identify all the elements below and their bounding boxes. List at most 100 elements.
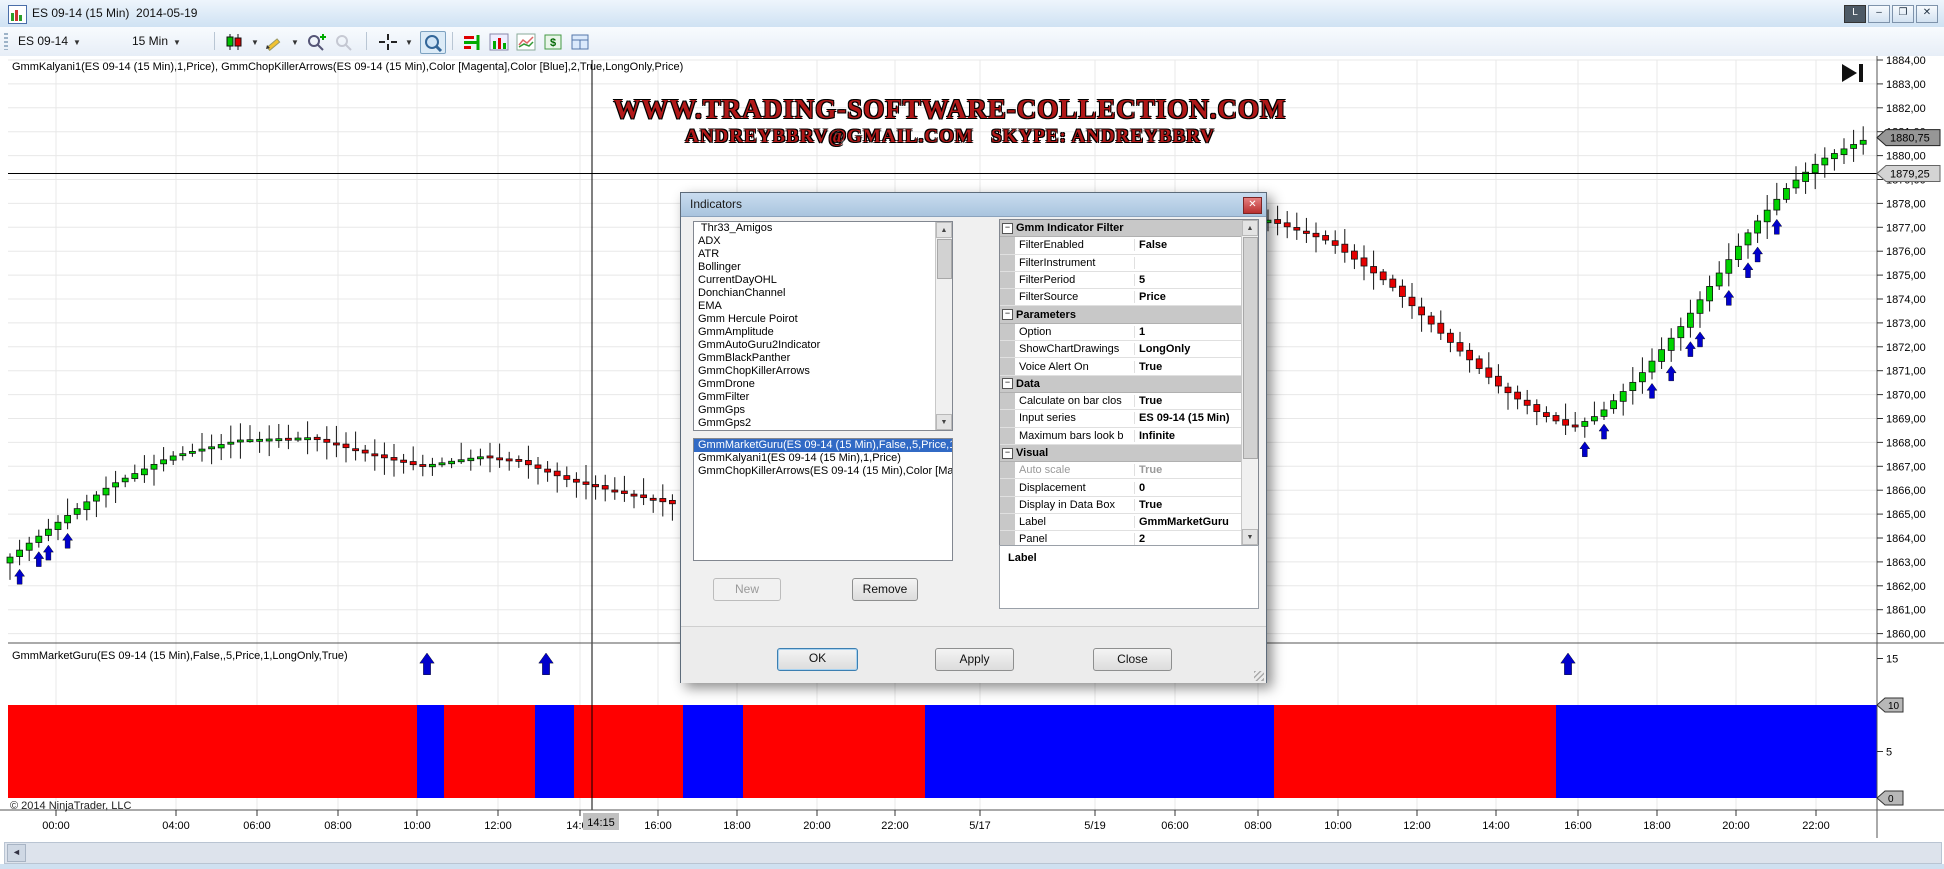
go-to-last-bar-icon[interactable] bbox=[1859, 64, 1863, 82]
panel2-axis-label: 15 bbox=[1886, 654, 1898, 666]
property-value[interactable]: 1 bbox=[1135, 326, 1243, 338]
property-value[interactable]: Price bbox=[1135, 291, 1243, 303]
available-indicators-list[interactable]: Thr33_AmigosADXATRBollingerCurrentDayOHL… bbox=[693, 221, 953, 431]
candle-down bbox=[1486, 368, 1492, 377]
properties-grid[interactable]: −Gmm Indicator FilterFilterEnabledFalseF… bbox=[999, 219, 1259, 546]
selected-indicator-item[interactable]: GmmMarketGuru(ES 09-14 (15 Min),False,,5… bbox=[694, 439, 952, 452]
close-dialog-button[interactable]: Close bbox=[1093, 648, 1172, 671]
property-row[interactable]: Option1 bbox=[1000, 324, 1243, 341]
grid-gutter bbox=[1000, 514, 1015, 530]
property-value[interactable]: 0 bbox=[1135, 482, 1243, 494]
property-row[interactable]: Calculate on bar closTrue bbox=[1000, 393, 1243, 410]
indicator-list-item[interactable]: EMA bbox=[694, 300, 952, 313]
remove-button[interactable]: Remove bbox=[852, 578, 918, 601]
indicator-list-item[interactable]: Bollinger bbox=[694, 261, 952, 274]
property-row[interactable]: Panel2 bbox=[1000, 531, 1243, 545]
property-row[interactable]: FilterEnabledFalse bbox=[1000, 237, 1243, 254]
collapse-icon[interactable]: − bbox=[1002, 448, 1013, 459]
property-value[interactable]: Infinite bbox=[1135, 430, 1243, 442]
property-row[interactable]: Display in Data BoxTrue bbox=[1000, 497, 1243, 514]
property-row[interactable]: ShowChartDrawingsLongOnly bbox=[1000, 341, 1243, 358]
selected-indicators-list[interactable]: GmmMarketGuru(ES 09-14 (15 Min),False,,5… bbox=[693, 438, 953, 561]
property-value[interactable]: True bbox=[1135, 395, 1243, 407]
indicator-list-item[interactable]: GmmAutoGuru2Indicator bbox=[694, 339, 952, 352]
scroll-thumb[interactable] bbox=[937, 239, 952, 279]
price-axis-label: 1877,00 bbox=[1886, 222, 1926, 234]
property-value[interactable]: True bbox=[1135, 499, 1243, 511]
property-value[interactable]: False bbox=[1135, 239, 1243, 251]
indicator-list-item[interactable]: Gmm Hercule Poirot bbox=[694, 313, 952, 326]
indicator-list-item[interactable]: GmmAmplitude bbox=[694, 326, 952, 339]
grid-gutter bbox=[1000, 289, 1015, 305]
property-value[interactable]: ES 09-14 (15 Min) bbox=[1135, 412, 1243, 424]
property-row[interactable]: LabelGmmMarketGuru bbox=[1000, 514, 1243, 531]
scroll-up-icon[interactable]: ▲ bbox=[936, 222, 952, 238]
scroll-down-icon[interactable]: ▼ bbox=[1242, 529, 1258, 545]
property-row[interactable]: Voice Alert OnTrue bbox=[1000, 358, 1243, 375]
indicator-list-item[interactable]: CurrentDayOHL bbox=[694, 274, 952, 287]
property-section-header[interactable]: −Visual bbox=[1000, 445, 1243, 462]
resize-grip[interactable] bbox=[1254, 671, 1264, 681]
selected-indicator-item[interactable]: GmmKalyani1(ES 09-14 (15 Min),1,Price) bbox=[694, 452, 952, 465]
indicator-list-item[interactable]: GmmChopKillerArrows bbox=[694, 365, 952, 378]
candle-down bbox=[497, 458, 503, 460]
horizontal-scrollbar[interactable]: ◄ bbox=[4, 842, 1942, 864]
candle-down bbox=[353, 449, 359, 451]
ok-button[interactable]: OK bbox=[777, 648, 858, 671]
apply-button[interactable]: Apply bbox=[935, 648, 1014, 671]
candle-down bbox=[1390, 279, 1396, 287]
indicator-list-item[interactable]: ADX bbox=[694, 235, 952, 248]
indicator-list-item[interactable]: GmmGps bbox=[694, 404, 952, 417]
property-section-header[interactable]: −Gmm Indicator Filter bbox=[1000, 220, 1243, 237]
indicator-list-item[interactable]: Thr33_Amigos bbox=[694, 222, 952, 235]
indicator-list-item[interactable]: GmmDrone bbox=[694, 378, 952, 391]
property-row[interactable]: FilterInstrument bbox=[1000, 255, 1243, 272]
grid-scrollbar[interactable]: ▲ ▼ bbox=[1241, 220, 1258, 545]
property-value[interactable]: 5 bbox=[1135, 274, 1243, 286]
property-section-header[interactable]: −Data bbox=[1000, 376, 1243, 393]
candle-up bbox=[247, 440, 253, 442]
price-axis-label: 1865,00 bbox=[1886, 509, 1926, 521]
collapse-icon[interactable]: − bbox=[1002, 223, 1013, 234]
indicator-list-item[interactable]: GmmBlackPanther bbox=[694, 352, 952, 365]
property-label: Display in Data Box bbox=[1015, 499, 1135, 511]
indicator-list-item[interactable]: DonchianChannel bbox=[694, 287, 952, 300]
collapse-icon[interactable]: − bbox=[1002, 309, 1013, 320]
scroll-up-icon[interactable]: ▲ bbox=[1242, 220, 1258, 236]
candle-down bbox=[1351, 251, 1357, 259]
property-value[interactable]: GmmMarketGuru bbox=[1135, 516, 1243, 528]
scroll-down-icon[interactable]: ▼ bbox=[936, 414, 952, 430]
price-axis-label: 1882,00 bbox=[1886, 103, 1926, 115]
indicator-list-item[interactable]: GmmGps2 bbox=[694, 417, 952, 430]
scroll-left-arrow-icon[interactable]: ◄ bbox=[7, 844, 26, 862]
property-section-header[interactable]: −Parameters bbox=[1000, 306, 1243, 323]
property-value[interactable]: LongOnly bbox=[1135, 343, 1243, 355]
indicator-list-item[interactable]: ATR bbox=[694, 248, 952, 261]
market-guru-up-arrow-icon bbox=[420, 653, 435, 675]
candle-up bbox=[276, 439, 282, 441]
property-row[interactable]: FilterSourcePrice bbox=[1000, 289, 1243, 306]
indicator-list-item[interactable]: GmmFilter bbox=[694, 391, 952, 404]
property-value[interactable]: 2 bbox=[1135, 533, 1243, 545]
property-value[interactable]: True bbox=[1135, 361, 1243, 373]
property-row[interactable]: Auto scaleTrue bbox=[1000, 462, 1243, 479]
candle-down bbox=[612, 490, 618, 492]
dialog-close-icon[interactable]: ✕ bbox=[1243, 197, 1262, 214]
candle-down bbox=[410, 462, 416, 465]
go-to-last-bar-icon[interactable] bbox=[1842, 64, 1857, 82]
property-row[interactable]: FilterPeriod5 bbox=[1000, 272, 1243, 289]
collapse-icon[interactable]: − bbox=[1002, 378, 1013, 389]
dialog-title-bar[interactable]: Indicators ✕ bbox=[681, 193, 1266, 217]
property-value[interactable]: True bbox=[1135, 464, 1243, 476]
list-scrollbar[interactable]: ▲ ▼ bbox=[935, 222, 952, 430]
property-row[interactable]: Displacement0 bbox=[1000, 479, 1243, 496]
property-description: Label bbox=[1008, 552, 1037, 564]
panel2-marker-label: 0 bbox=[1888, 794, 1894, 805]
property-row[interactable]: Maximum bars look bInfinite bbox=[1000, 428, 1243, 445]
property-row[interactable]: Input seriesES 09-14 (15 Min) bbox=[1000, 410, 1243, 427]
scroll-thumb[interactable] bbox=[1243, 237, 1258, 459]
selected-indicator-item[interactable]: GmmChopKillerArrows(ES 09-14 (15 Min),Co… bbox=[694, 465, 952, 478]
candle-up bbox=[26, 543, 32, 550]
property-label: Label bbox=[1015, 516, 1135, 528]
chop-killer-up-arrow-icon bbox=[1695, 332, 1705, 347]
